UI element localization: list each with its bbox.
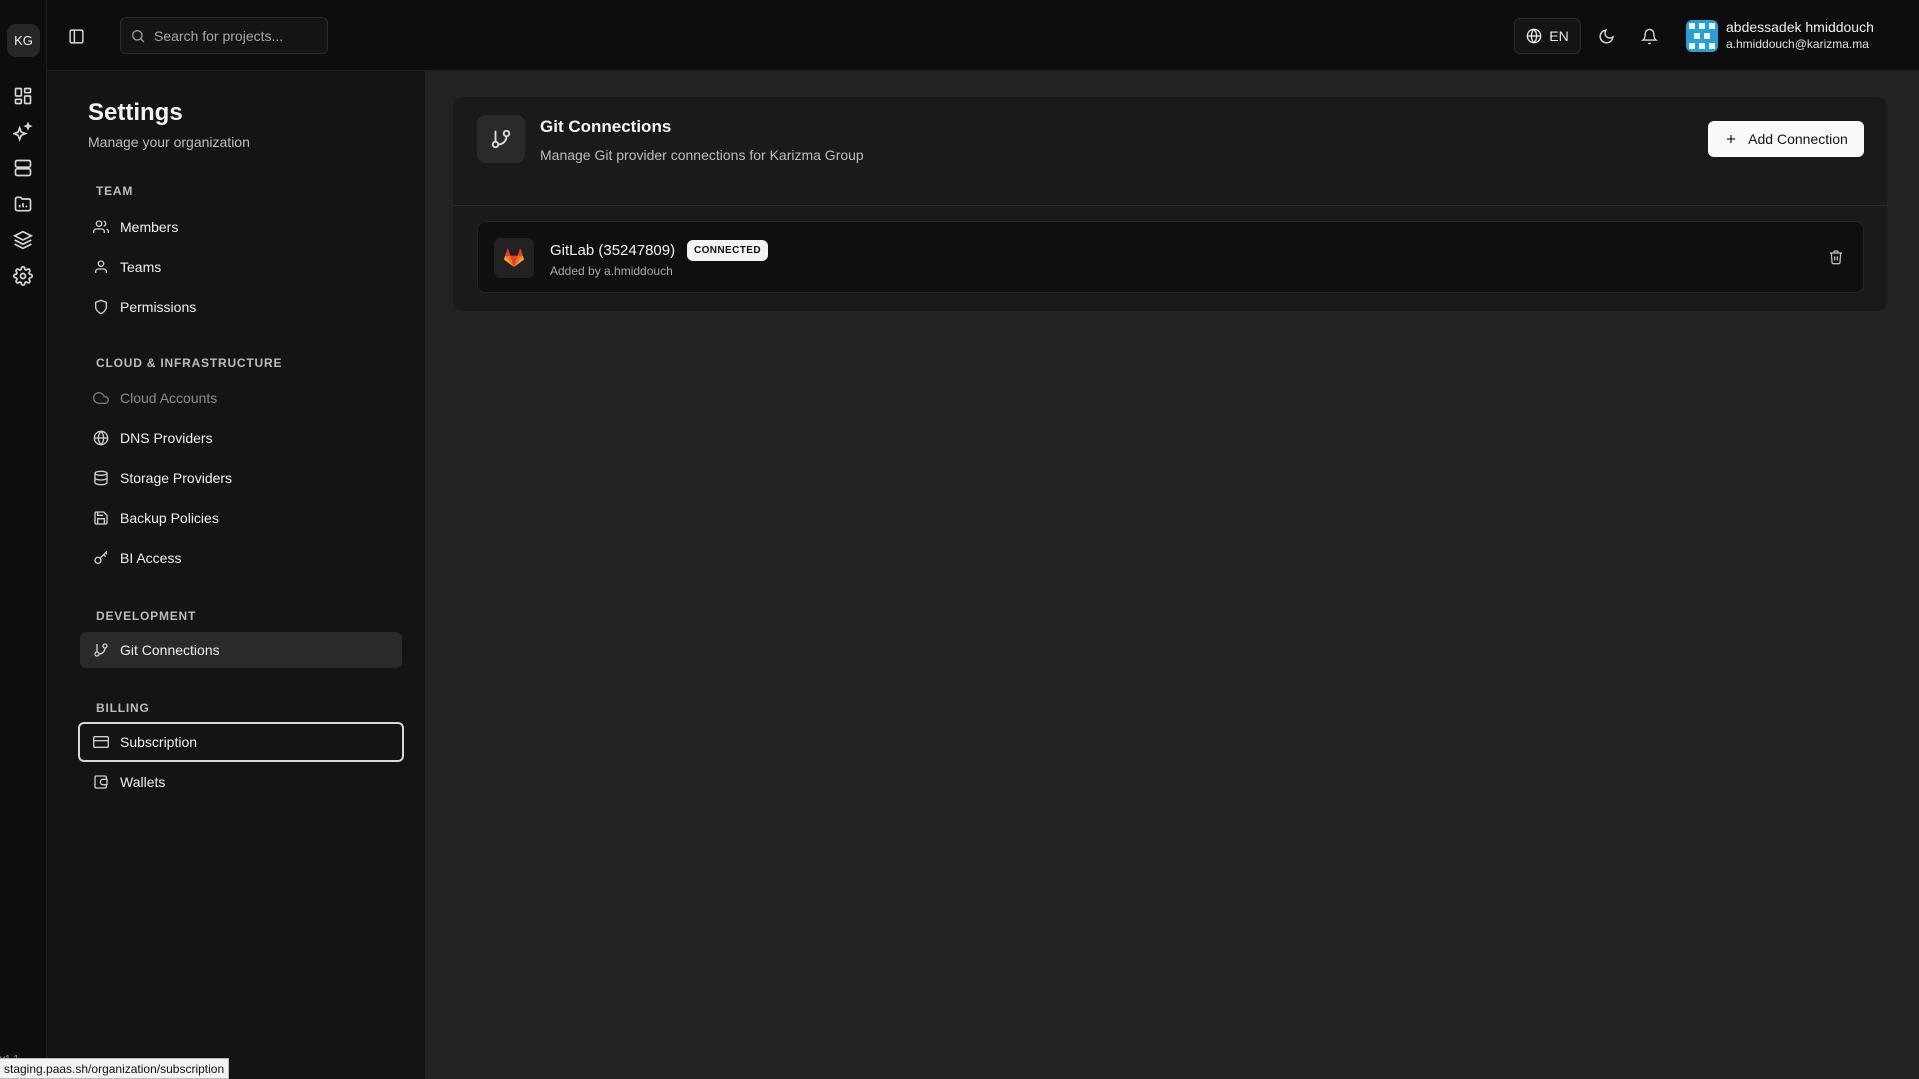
sidebar-item-label: Git Connections xyxy=(120,642,220,658)
sidebar-item-bi-access[interactable]: BI Access xyxy=(80,540,402,576)
cloud-icon xyxy=(93,392,109,404)
language-label: EN xyxy=(1549,28,1569,44)
sidebar-item-subscription[interactable]: Subscription xyxy=(78,722,404,762)
trash-icon[interactable] xyxy=(1825,246,1847,268)
database-icon xyxy=(94,470,108,486)
sidebar-toggle-icon[interactable] xyxy=(64,24,88,48)
sidebar-item-label: Cloud Accounts xyxy=(120,390,218,406)
settings-sidebar: Settings Manage your organization TEAM M… xyxy=(47,71,426,1079)
git-connections-card: Git Connections Manage Git provider conn… xyxy=(453,97,1887,311)
gitlab-icon xyxy=(494,238,534,278)
sidebar-item-wallets[interactable]: Wallets xyxy=(80,764,402,800)
user-email[interactable]: a.hmiddouch@karizma.ma xyxy=(1726,37,1869,51)
sidebar-item-label: BI Access xyxy=(120,550,182,566)
section-label-cloud: CLOUD & INFRASTRUCTURE xyxy=(96,356,283,370)
sidebar-item-label: Teams xyxy=(120,259,162,275)
sidebar-item-label: Backup Policies xyxy=(120,510,219,526)
sidebar-item-label: Wallets xyxy=(120,774,166,790)
sidebar-item-label: Permissions xyxy=(120,299,197,315)
dashboard-icon[interactable] xyxy=(11,84,35,108)
add-connection-button[interactable]: Add Connection xyxy=(1708,121,1864,157)
sidebar-item-backup-policies[interactable]: Backup Policies xyxy=(80,500,402,536)
git-branch-icon xyxy=(94,643,108,657)
sidebar-item-dns-providers[interactable]: DNS Providers xyxy=(80,420,402,456)
shield-icon xyxy=(95,299,107,315)
projects-folder-icon[interactable] xyxy=(11,192,35,216)
settings-gear-icon[interactable] xyxy=(11,264,35,288)
connection-row[interactable]: GitLab (35247809) CONNECTED Added by a.h… xyxy=(477,221,1864,293)
top-bar: EN abdessadek hmiddouch a.hmiddouch@kari… xyxy=(47,0,1919,71)
sidebar-item-cloud-accounts[interactable]: Cloud Accounts xyxy=(80,380,402,416)
save-icon xyxy=(94,511,108,525)
status-badge: CONNECTED xyxy=(687,240,768,261)
search-input[interactable] xyxy=(154,27,324,44)
project-search[interactable] xyxy=(120,17,328,54)
avatar[interactable] xyxy=(1686,20,1718,52)
bell-icon[interactable] xyxy=(1637,24,1661,48)
add-connection-label: Add Connection xyxy=(1748,131,1848,147)
settings-title: Settings xyxy=(88,99,183,126)
section-label-billing: BILLING xyxy=(96,701,150,715)
sidebar-item-label: Subscription xyxy=(120,734,198,750)
server-icon[interactable] xyxy=(11,156,35,180)
sidebar-item-git-connections[interactable]: Git Connections xyxy=(80,632,402,668)
git-branch-icon xyxy=(477,115,525,163)
sidebar-item-label: Storage Providers xyxy=(120,470,233,486)
section-label-team: TEAM xyxy=(96,184,134,198)
divider xyxy=(453,205,1887,206)
search-icon xyxy=(132,29,145,42)
moon-icon[interactable] xyxy=(1594,24,1618,48)
credit-card-icon xyxy=(93,736,109,748)
globe-icon xyxy=(1526,28,1542,44)
plus-icon xyxy=(1727,134,1736,144)
sidebar-item-teams[interactable]: Teams xyxy=(80,249,402,285)
icon-rail: KG v1.1 xyxy=(0,0,47,1079)
sidebar-item-label: DNS Providers xyxy=(120,430,213,446)
main-content: Git Connections Manage Git provider conn… xyxy=(426,71,1919,1079)
globe-icon xyxy=(93,430,109,446)
user-name[interactable]: abdessadek hmiddouch xyxy=(1726,19,1874,35)
status-bar-url: staging.paas.sh/organization/subscriptio… xyxy=(0,1058,230,1079)
section-label-development: DEVELOPMENT xyxy=(96,609,197,623)
key-icon xyxy=(94,550,108,564)
user-icon xyxy=(95,260,107,273)
sidebar-item-permissions[interactable]: Permissions xyxy=(80,289,402,325)
wallet-icon xyxy=(94,775,108,789)
page-description: Manage Git provider connections for Kari… xyxy=(540,147,864,163)
language-switcher[interactable]: EN xyxy=(1514,18,1581,54)
connection-added-by: Added by a.hmiddouch xyxy=(550,264,673,278)
connection-name: GitLab (35247809) xyxy=(550,242,676,259)
sparkles-icon[interactable] xyxy=(11,120,35,144)
users-icon xyxy=(93,220,109,233)
page-title: Git Connections xyxy=(540,117,672,136)
sidebar-item-storage-providers[interactable]: Storage Providers xyxy=(80,460,402,496)
app-window: KG v1.1 EN xyxy=(0,0,1919,1079)
settings-subtitle: Manage your organization xyxy=(88,134,250,150)
sidebar-item-label: Members xyxy=(120,219,179,235)
layers-icon[interactable] xyxy=(11,228,35,252)
org-switcher[interactable]: KG xyxy=(7,24,40,57)
sidebar-item-members[interactable]: Members xyxy=(80,209,402,245)
